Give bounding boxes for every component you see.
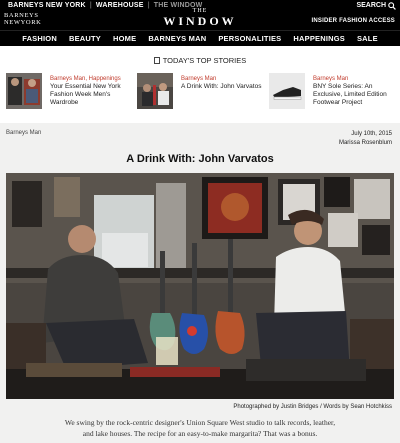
top-stories-heading: TODAY'S TOP STORIES — [0, 56, 400, 65]
search-icon[interactable] — [388, 2, 396, 10]
top-stories-list: Barneys Man, Happenings Your Essential N… — [6, 73, 396, 113]
nav-happenings[interactable]: HAPPENINGS — [287, 31, 351, 46]
nav-fashion[interactable]: FASHION — [16, 31, 63, 46]
search-link[interactable]: SEARCH — [356, 2, 386, 9]
dek-line: and lake houses. The recipe for an easy-… — [82, 429, 318, 438]
story-title[interactable]: A Drink With: John Varvatos — [181, 83, 269, 91]
nav-beauty[interactable]: BEAUTY — [63, 31, 107, 46]
top-stories-label: TODAY'S TOP STORIES — [162, 56, 247, 65]
story-title[interactable]: BNY Sole Series: An Exclusive, Limited E… — [313, 83, 395, 107]
photo-credit: Photographed by Justin Bridges / Words b… — [233, 404, 392, 410]
story-thumbnail[interactable] — [6, 73, 42, 109]
nav-barneys-man[interactable]: BARNEYS MAN — [142, 31, 212, 46]
story-card-3[interactable]: Barneys Man BNY Sole Series: An Exclusiv… — [269, 73, 396, 113]
story-title[interactable]: Your Essential New York Fashion Week Men… — [50, 83, 138, 107]
article-author[interactable]: Marissa Rosenblum — [339, 139, 392, 148]
story-thumbnail[interactable] — [269, 73, 305, 109]
story-category: Barneys Man — [181, 76, 217, 82]
calendar-icon — [153, 57, 160, 64]
article-headline: A Drink With: John Varvatos — [126, 153, 274, 165]
story-category: Barneys Man — [313, 76, 349, 82]
article-dek: We swing by the rock-centric designer's … — [12, 417, 388, 439]
story-thumbnail[interactable] — [137, 73, 173, 109]
dek-line: We swing by the rock-centric designer's … — [64, 418, 336, 427]
nav-sale[interactable]: SALE — [351, 31, 384, 46]
article-meta: July 10th, 2015 Marissa Rosenblum — [339, 130, 392, 148]
main-nav: FASHION BEAUTY HOME BARNEYS MAN PERSONAL… — [0, 30, 400, 46]
story-card-2[interactable]: Barneys Man A Drink With: John Varvatos — [137, 73, 267, 113]
article-date: July 10th, 2015 — [351, 131, 392, 137]
nav-personalities[interactable]: PERSONALITIES — [212, 31, 287, 46]
story-card-1[interactable]: Barneys Man, Happenings Your Essential N… — [6, 73, 136, 113]
nav-home[interactable]: HOME — [107, 31, 142, 46]
insider-tagline: INSIDER FASHION ACCESS — [311, 18, 395, 24]
hero-photo — [6, 173, 394, 399]
article-breadcrumb[interactable]: Barneys Man — [6, 130, 41, 136]
story-category: Barneys Man, Happenings — [50, 76, 121, 82]
top-header: BARNEYS NEW YORK | WAREHOUSE | THE WINDO… — [0, 0, 400, 30]
